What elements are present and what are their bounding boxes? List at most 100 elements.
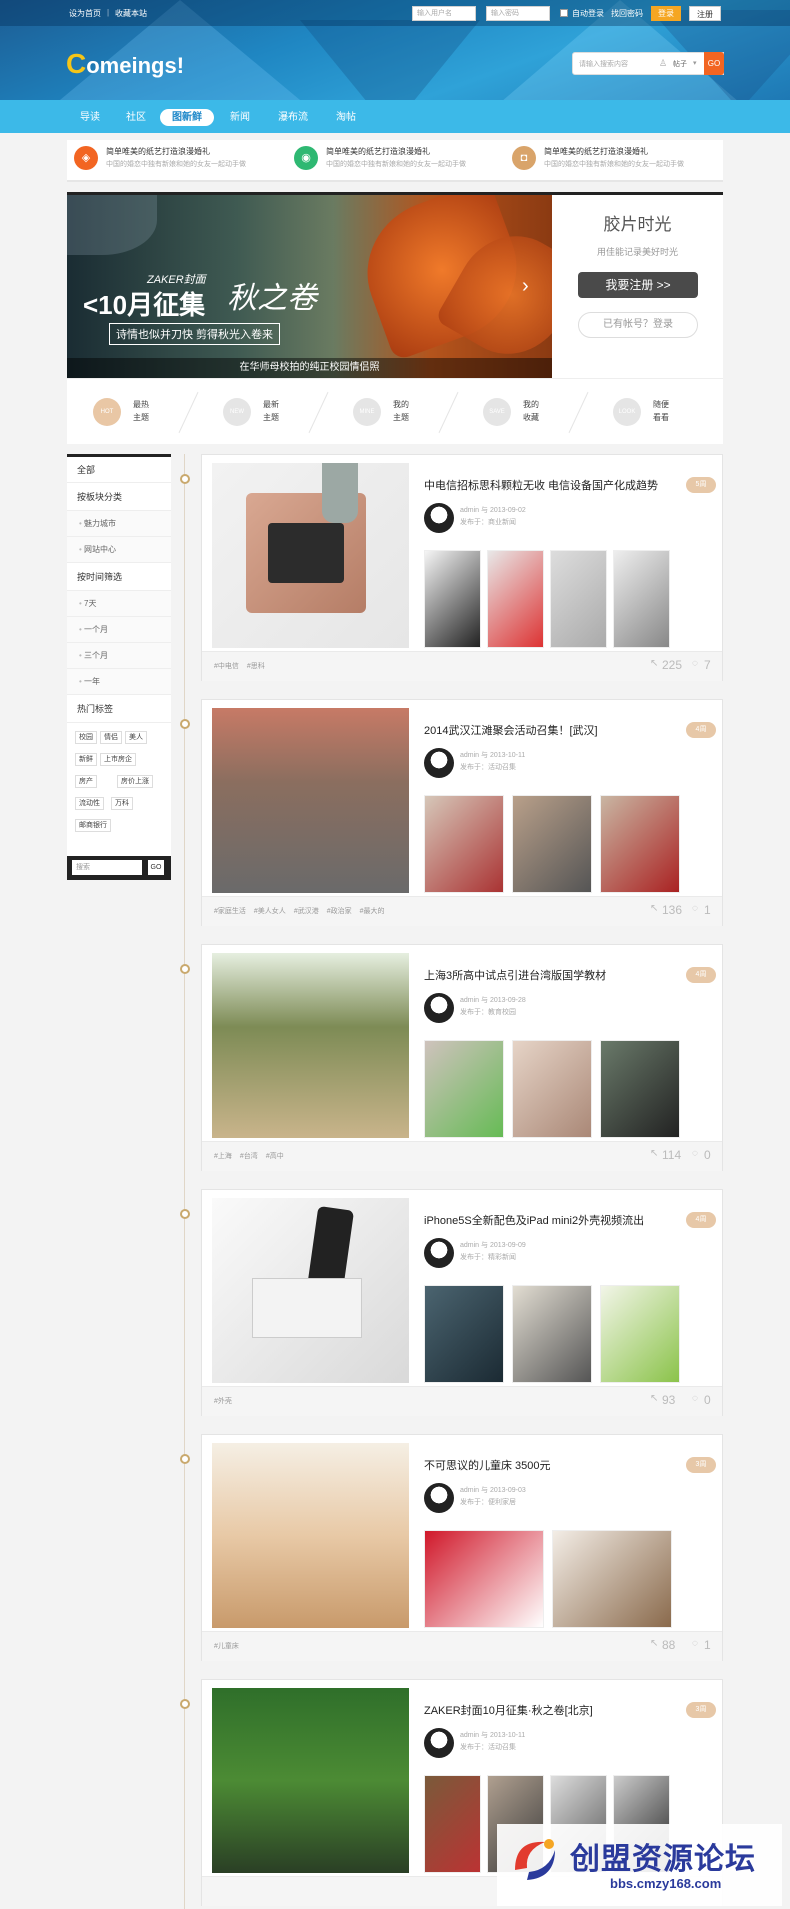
sidebar-search-input[interactable]: 搜索 [72,860,142,875]
post-thumbnail[interactable] [613,550,670,648]
sidebar-item-all[interactable]: 全部 [67,457,171,483]
avatar[interactable] [424,503,454,533]
quick-link-label[interactable]: 随便 看看 [653,398,683,424]
post-section[interactable]: 发布于：活动召集 [460,762,516,774]
banner-slide[interactable]: ZAKER封面 <10月征集 秋之卷 诗情也似并刀快 剪得秋光入卷来 › [67,195,552,378]
avatar[interactable] [424,748,454,778]
post-tag[interactable]: #武汉港 [294,908,319,915]
comment-icon[interactable]: ◌ [692,1638,698,1649]
sidebar-tag[interactable]: 校园 [75,731,97,744]
quick-link-label[interactable]: 最新 主题 [263,398,293,424]
username-input[interactable]: 输入用户名 [412,6,476,21]
post-title[interactable]: 中电信招标思科颗粒无收 电信设备国产化成趋势 [424,477,658,493]
auto-login-checkbox[interactable] [560,9,568,17]
post-tag[interactable]: #台湾 [240,1153,258,1160]
avatar[interactable] [424,1483,454,1513]
post-thumbnail[interactable] [550,550,607,648]
have-account-login-button[interactable]: 已有帐号？登录 [578,312,698,338]
bookmark-link[interactable]: 收藏本站 [115,8,147,19]
sidebar-tag[interactable]: 万科 [111,797,133,810]
password-input[interactable]: 输入密码 [486,6,550,21]
post-main-image[interactable] [212,708,409,893]
sidebar-tag[interactable]: 上市房企 [100,753,136,766]
search-input[interactable]: 请输入搜索内容 [579,59,628,69]
nav-item-tuxinxian[interactable]: 图新鲜 [160,109,214,126]
comment-icon[interactable]: ◌ [692,903,698,914]
quick-link-label[interactable]: 我的 主题 [393,398,423,424]
post-tag[interactable]: #外壳 [214,1398,232,1405]
quick-look-icon[interactable]: LOOK [613,398,641,426]
sidebar-item-block[interactable]: • 魅力城市 [67,511,171,537]
sidebar-item-time[interactable]: • 一年 [67,669,171,695]
sidebar-tag[interactable]: 情侣 [100,731,122,744]
post-card[interactable]: 2014武汉江滩聚会活动召集！[武汉] 4周 admin 与 2013-10-11 发… [201,699,723,926]
comment-icon[interactable]: ◌ [692,658,698,669]
post-thumbnail[interactable] [512,1285,592,1383]
sidebar-tag[interactable]: 房产 [75,775,97,788]
post-title[interactable]: iPhone5S全新配色及iPad mini2外壳视频流出 [424,1212,644,1228]
post-title[interactable]: 上海3所高中试点引进台湾版国学教材 [424,967,606,983]
post-thumbnail[interactable] [487,550,544,648]
quick-save-icon[interactable]: SAVE [483,398,511,426]
sidebar-tag[interactable]: 邮商银行 [75,819,111,832]
search-type-select[interactable]: 帖子 [673,59,687,69]
post-tag[interactable]: #美人女人 [254,908,286,915]
post-main-image[interactable] [212,1443,409,1628]
sidebar-item-time[interactable]: • 三个月 [67,643,171,669]
post-card[interactable]: 中电信招标思科颗粒无收 电信设备国产化成趋势 5周 admin 与 2013-09-… [201,454,723,681]
post-tag[interactable]: #最大的 [360,908,385,915]
sidebar-item-time[interactable]: • 7天 [67,591,171,617]
quick-new-icon[interactable]: NEW [223,398,251,426]
post-section[interactable]: 发布于：精彩新闻 [460,1252,516,1264]
sidebar-tag[interactable]: 房价上涨 [117,775,153,788]
post-tag[interactable]: #儿童床 [214,1643,239,1650]
post-tag[interactable]: #中电信 [214,663,239,670]
avatar[interactable] [424,993,454,1023]
sidebar-item-block[interactable]: • 网站中心 [67,537,171,563]
post-thumbnail[interactable] [600,1040,680,1138]
sidebar-heading-tags[interactable]: 热门标签 [67,695,171,723]
comment-icon[interactable]: ◌ [692,1148,698,1159]
sidebar-heading-time[interactable]: 按时间筛选 [67,563,171,591]
nav-item-pubuliu[interactable]: 瀑布流 [270,109,316,126]
post-section[interactable]: 发布于：商业新闻 [460,517,516,529]
post-thumbnail[interactable] [424,1530,544,1628]
forgot-password-link[interactable]: 找回密码 [611,8,643,19]
quick-link-label[interactable]: 最热 主题 [133,398,163,424]
post-thumbnail[interactable] [424,795,504,893]
post-thumbnail[interactable] [600,1285,680,1383]
post-tag[interactable]: #高中 [266,1153,284,1160]
sidebar-tag[interactable]: 美人 [125,731,147,744]
nav-item-daodu[interactable]: 导读 [72,109,108,126]
post-main-image[interactable] [212,463,409,648]
promo-item[interactable]: ◈ 简单唯美的纸艺打造浪漫婚礼 中国的婚恋中独有新娘和她的女友一起动手做 [74,146,246,176]
post-tag[interactable]: #上海 [214,1153,232,1160]
post-thumbnail[interactable] [424,1285,504,1383]
post-title[interactable]: 2014武汉江滩聚会活动召集！[武汉] [424,722,598,738]
post-title[interactable]: 不可思议的儿童床 3500元 [424,1457,551,1473]
post-section[interactable]: 发布于：活动召集 [460,1742,516,1754]
register-now-button[interactable]: 我要注册 >> [578,272,698,298]
post-tag[interactable]: #家庭生活 [214,908,246,915]
post-main-image[interactable] [212,1688,409,1873]
promo-item[interactable]: ◉ 简单唯美的纸艺打造浪漫婚礼 中国的婚恋中独有新娘和她的女友一起动手做 [294,146,466,176]
nav-item-xinwen[interactable]: 新闻 [222,109,258,126]
post-section[interactable]: 发布于：便利家居 [460,1497,516,1509]
post-title[interactable]: ZAKER封面10月征集·秋之卷[北京] [424,1702,593,1718]
post-card[interactable]: 不可思议的儿童床 3500元 3周 admin 与 2013-09-03 发布于：便利… [201,1434,723,1661]
sidebar-heading-block[interactable]: 按板块分类 [67,483,171,511]
sidebar-tag[interactable]: 流动性 [75,797,104,810]
search-button[interactable]: GO [704,52,724,75]
comment-icon[interactable]: ◌ [692,1393,698,1404]
sidebar-search-go[interactable]: GO [148,860,164,875]
promo-item[interactable]: ◘ 简单唯美的纸艺打造浪漫婚礼 中国的婚恋中独有新娘和她的女友一起动手做 [512,146,684,176]
login-button[interactable]: 登录 [651,6,681,21]
post-tag[interactable]: #政治家 [327,908,352,915]
post-thumbnail[interactable] [512,795,592,893]
post-thumbnail[interactable] [600,795,680,893]
post-section[interactable]: 发布于：教育校园 [460,1007,516,1019]
post-thumbnail[interactable] [424,1040,504,1138]
nav-item-taotie[interactable]: 淘帖 [326,109,366,126]
avatar[interactable] [424,1728,454,1758]
post-thumbnail[interactable] [552,1530,672,1628]
